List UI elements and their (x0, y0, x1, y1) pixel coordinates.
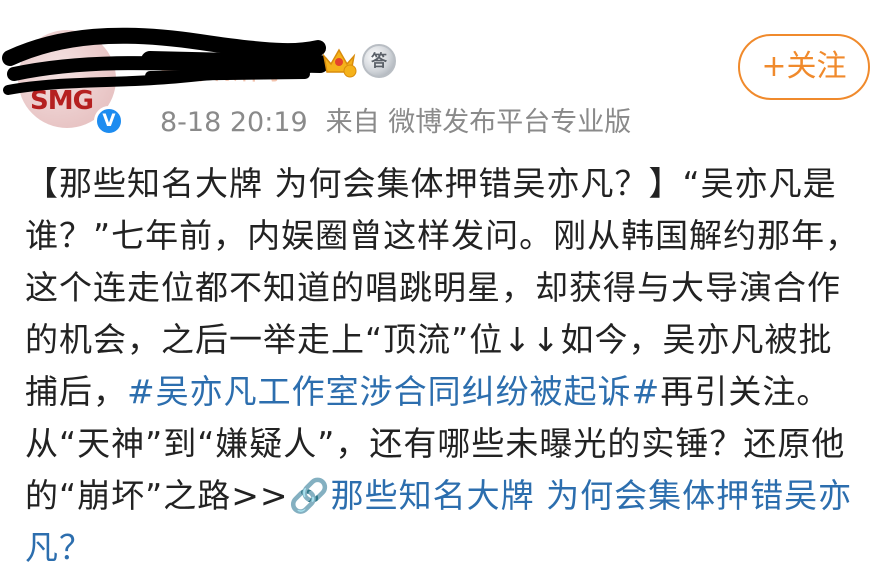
follow-button[interactable]: +关注 (738, 34, 870, 100)
post-body: 【那些知名大牌 为何会集体押错吴亦凡？】“吴亦凡是谁？”七年前，内娱圈曾这样发问… (25, 158, 865, 568)
crown-icon (322, 48, 357, 78)
author-name[interactable]: 新浪新闻 (160, 44, 280, 88)
post-source: 来自 微博发布平台专业版 (325, 107, 632, 138)
avatar-logo-text: SMG (30, 86, 94, 116)
verified-icon: V (94, 106, 124, 136)
medal-icon: 答 (362, 44, 396, 78)
post-meta: 8-18 20:19 来自 微博发布平台专业版 (160, 100, 649, 139)
post-time: 8-18 20:19 (160, 107, 308, 138)
hashtag-link[interactable]: #吴亦凡工作室涉合同纠纷被起诉# (127, 372, 660, 411)
link-icon: 🔗 (288, 476, 331, 515)
